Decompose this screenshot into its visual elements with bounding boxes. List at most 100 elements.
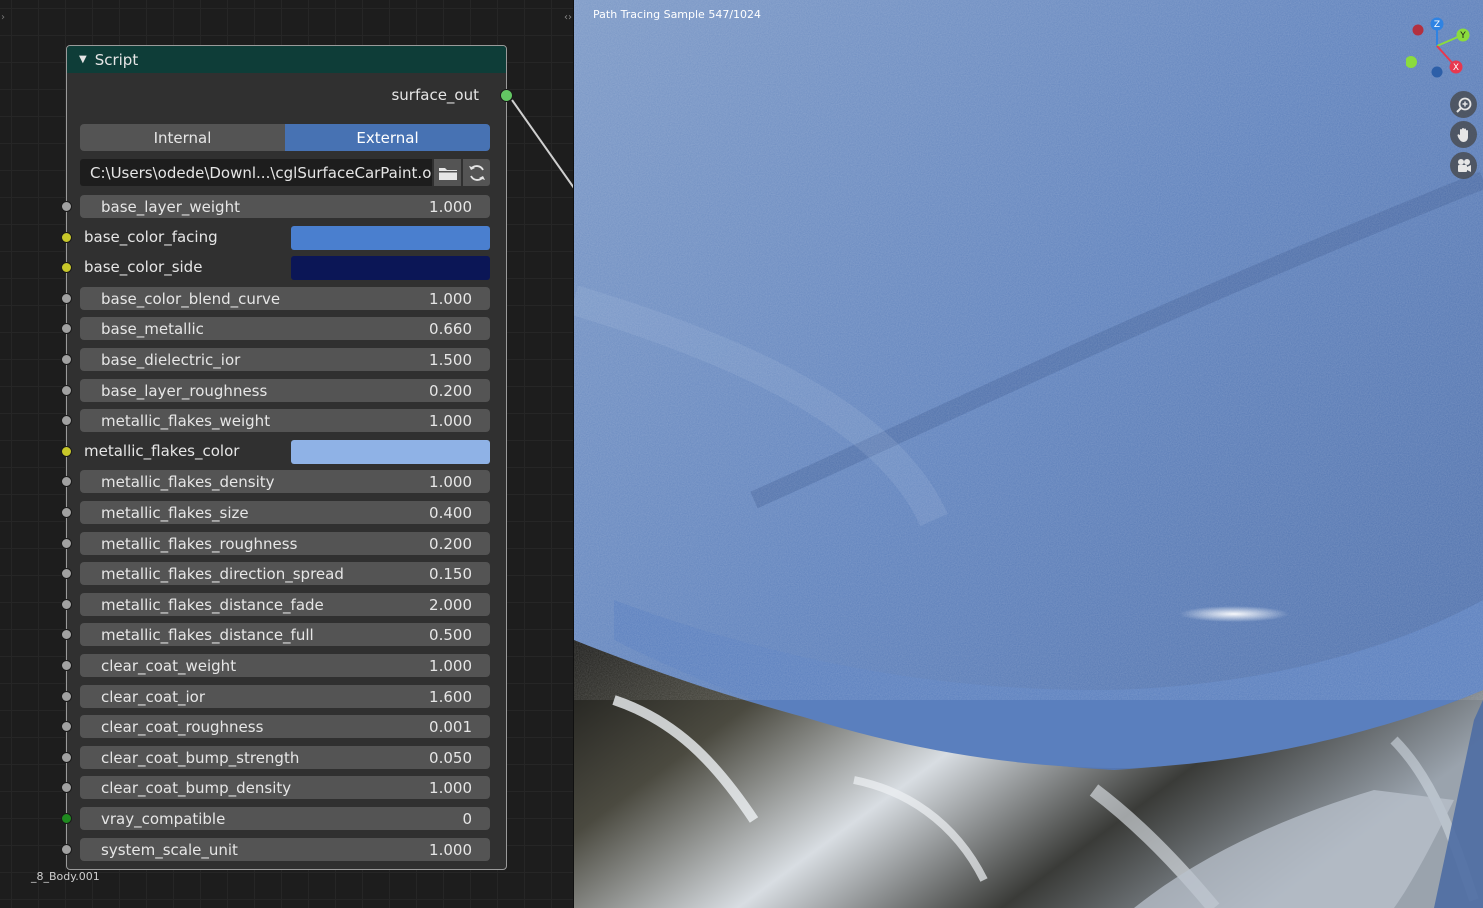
number-field[interactable]: vray_compatible 0 bbox=[80, 807, 490, 830]
field-label: base_dielectric_ior bbox=[101, 350, 241, 369]
field-label: vray_compatible bbox=[101, 809, 226, 828]
input-socket[interactable] bbox=[61, 354, 72, 365]
input-socket[interactable] bbox=[61, 568, 72, 579]
node-header[interactable]: ▼ Script bbox=[67, 46, 506, 73]
input-socket[interactable] bbox=[61, 385, 72, 396]
input-socket[interactable] bbox=[61, 476, 72, 487]
field-value: 1.500 bbox=[429, 350, 472, 369]
hand-icon[interactable] bbox=[1450, 121, 1477, 148]
number-field[interactable]: clear_coat_bump_strength 0.050 bbox=[80, 746, 490, 769]
param-row-system-scale-unit: system_scale_unit 1.000 bbox=[61, 836, 506, 863]
number-field[interactable]: clear_coat_weight 1.000 bbox=[80, 654, 490, 677]
input-socket[interactable] bbox=[61, 446, 72, 457]
input-socket[interactable] bbox=[61, 721, 72, 732]
input-socket[interactable] bbox=[61, 599, 72, 610]
field-label: system_scale_unit bbox=[101, 840, 238, 859]
input-socket[interactable] bbox=[61, 538, 72, 549]
gizmo-z-label: Z bbox=[1434, 20, 1440, 30]
param-row-metallic-flakes-density: metallic_flakes_density 1.000 bbox=[61, 468, 506, 495]
field-label: metallic_flakes_size bbox=[101, 503, 249, 522]
tab-external[interactable]: External bbox=[285, 124, 490, 151]
gizmo-neg-y-icon[interactable] bbox=[1406, 56, 1417, 68]
number-field[interactable]: metallic_flakes_density 1.000 bbox=[80, 470, 490, 493]
input-socket[interactable] bbox=[61, 752, 72, 763]
3d-viewport[interactable]: Path Tracing Sample 547/1024 Z Y X bbox=[574, 0, 1483, 908]
input-socket[interactable] bbox=[61, 262, 72, 273]
zoom-icon[interactable] bbox=[1450, 91, 1477, 118]
gizmo-neg-z-icon[interactable] bbox=[1431, 66, 1443, 78]
field-label: metallic_flakes_density bbox=[101, 472, 275, 491]
input-socket[interactable] bbox=[61, 660, 72, 671]
number-field[interactable]: metallic_flakes_size 0.400 bbox=[80, 501, 490, 524]
param-row-base-color-facing: base_color_facing bbox=[61, 224, 506, 251]
gizmo-x-label: X bbox=[1453, 63, 1459, 73]
mode-tabs: Internal External bbox=[80, 124, 490, 151]
field-value: 0.200 bbox=[429, 534, 472, 553]
param-row-metallic-flakes-direction-spread: metallic_flakes_direction_spread 0.150 bbox=[61, 560, 506, 587]
blender-window: › ▼ Script surface_out Internal External… bbox=[0, 0, 1483, 908]
camera-icon[interactable] bbox=[1450, 152, 1477, 179]
number-field[interactable]: base_color_blend_curve 1.000 bbox=[80, 287, 490, 310]
field-value: 0.500 bbox=[429, 625, 472, 644]
tab-internal[interactable]: Internal bbox=[80, 124, 285, 151]
number-field[interactable]: clear_coat_roughness 0.001 bbox=[80, 715, 490, 738]
number-field[interactable]: base_metallic 0.660 bbox=[80, 317, 490, 340]
input-socket[interactable] bbox=[61, 293, 72, 304]
field-label: metallic_flakes_weight bbox=[101, 411, 271, 430]
navigation-gizmo[interactable]: Z Y X bbox=[1406, 16, 1476, 86]
input-socket[interactable] bbox=[61, 813, 72, 824]
color-swatch[interactable] bbox=[291, 226, 490, 250]
field-value: 1.000 bbox=[429, 411, 472, 430]
color-swatch[interactable] bbox=[291, 440, 490, 464]
param-row-vray-compatible: vray_compatible 0 bbox=[61, 805, 506, 832]
param-row-base-color-blend-curve: base_color_blend_curve 1.000 bbox=[61, 285, 506, 312]
number-field[interactable]: base_layer_roughness 0.200 bbox=[80, 379, 490, 402]
input-socket[interactable] bbox=[61, 323, 72, 334]
param-row-metallic-flakes-distance-fade: metallic_flakes_distance_fade 2.000 bbox=[61, 591, 506, 618]
color-field-label: metallic_flakes_color bbox=[84, 442, 240, 460]
field-label: clear_coat_bump_strength bbox=[101, 748, 300, 767]
collapse-triangle-icon[interactable]: ▼ bbox=[79, 54, 87, 65]
number-field[interactable]: base_layer_weight 1.000 bbox=[80, 195, 490, 218]
tab-internal-label: Internal bbox=[153, 128, 212, 147]
field-value: 1.600 bbox=[429, 687, 472, 706]
param-row-base-layer-weight: base_layer_weight 1.000 bbox=[61, 193, 506, 220]
object-label: _8_Body.001 bbox=[31, 870, 100, 883]
number-field[interactable]: metallic_flakes_weight 1.000 bbox=[80, 409, 490, 432]
folder-icon[interactable] bbox=[434, 159, 461, 186]
node-editor[interactable]: › ▼ Script surface_out Internal External… bbox=[0, 0, 574, 908]
area-split-arrows-icon[interactable]: ‹› bbox=[564, 12, 572, 23]
output-socket-label: surface_out bbox=[391, 86, 479, 104]
field-value: 1.000 bbox=[429, 472, 472, 491]
input-socket[interactable] bbox=[61, 201, 72, 212]
reload-icon[interactable] bbox=[463, 159, 490, 186]
number-field[interactable]: metallic_flakes_roughness 0.200 bbox=[80, 532, 490, 555]
number-field[interactable]: base_dielectric_ior 1.500 bbox=[80, 348, 490, 371]
field-value: 0.200 bbox=[429, 381, 472, 400]
number-field[interactable]: metallic_flakes_direction_spread 0.150 bbox=[80, 562, 490, 585]
input-socket[interactable] bbox=[61, 415, 72, 426]
input-socket[interactable] bbox=[61, 507, 72, 518]
color-swatch[interactable] bbox=[291, 256, 490, 280]
number-field[interactable]: clear_coat_ior 1.600 bbox=[80, 685, 490, 708]
number-field[interactable]: metallic_flakes_distance_full 0.500 bbox=[80, 623, 490, 646]
field-label: base_layer_weight bbox=[101, 197, 240, 216]
number-field[interactable]: system_scale_unit 1.000 bbox=[80, 838, 490, 861]
input-socket[interactable] bbox=[61, 232, 72, 243]
field-label: metallic_flakes_distance_fade bbox=[101, 595, 324, 614]
number-field[interactable]: metallic_flakes_distance_fade 2.000 bbox=[80, 593, 490, 616]
field-label: metallic_flakes_roughness bbox=[101, 534, 298, 553]
chevron-right-icon[interactable]: › bbox=[1, 12, 5, 23]
input-socket[interactable] bbox=[61, 844, 72, 855]
field-value: 1.000 bbox=[429, 197, 472, 216]
input-socket[interactable] bbox=[61, 629, 72, 640]
input-socket[interactable] bbox=[61, 691, 72, 702]
param-row-base-dielectric-ior: base_dielectric_ior 1.500 bbox=[61, 346, 506, 373]
filepath-input[interactable]: C:\Users\odede\Downl...\cglSurfaceCarPai… bbox=[80, 159, 432, 186]
output-socket[interactable] bbox=[500, 89, 513, 102]
script-node[interactable]: ▼ Script surface_out Internal External C… bbox=[61, 45, 513, 870]
number-field[interactable]: clear_coat_bump_density 1.000 bbox=[80, 776, 490, 799]
gizmo-neg-x-icon[interactable] bbox=[1412, 24, 1424, 36]
input-socket[interactable] bbox=[61, 782, 72, 793]
field-label: clear_coat_roughness bbox=[101, 717, 264, 736]
